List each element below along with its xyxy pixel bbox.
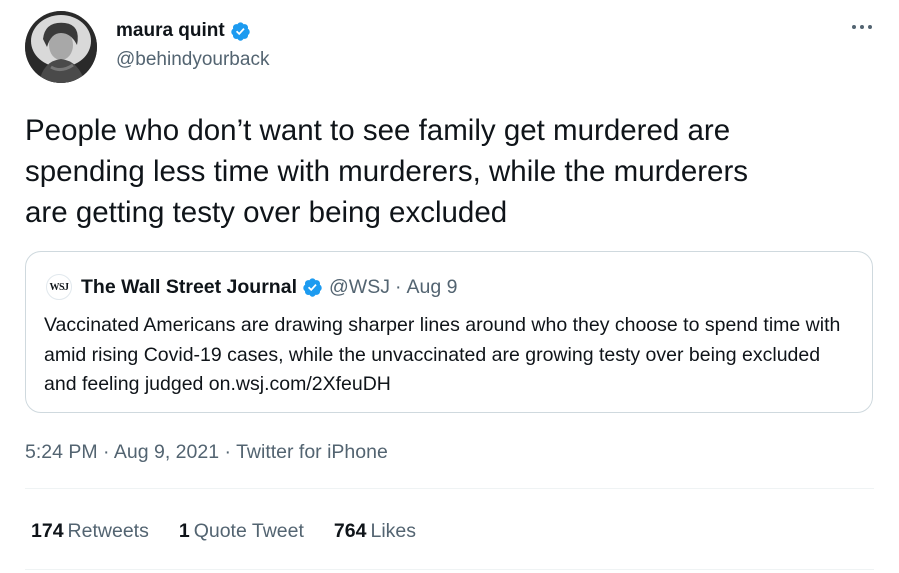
quote-tweets-stat[interactable]: 1 Quote Tweet <box>179 520 304 543</box>
likes-label: Likes <box>370 520 416 542</box>
more-dots-icon <box>852 25 872 29</box>
tweet-text: People who don’t want to see family get … <box>25 114 749 229</box>
retweets-stat[interactable]: 174 Retweets <box>31 520 149 543</box>
meta-separator: · <box>103 441 110 463</box>
quoted-author-name[interactable]: The Wall Street Journal <box>81 276 297 299</box>
author-name-row[interactable]: maura quint <box>116 18 251 44</box>
retweets-count: 174 <box>31 520 64 542</box>
quoted-tweet-card[interactable]: WSJ The Wall Street Journal @WSJ · Aug 9… <box>25 251 873 413</box>
quoted-author-handle[interactable]: @WSJ <box>329 276 390 299</box>
author-handle[interactable]: @behindyourback <box>116 49 269 71</box>
likes-stat[interactable]: 764 Likes <box>334 520 416 543</box>
divider <box>25 569 874 570</box>
avatar[interactable] <box>25 11 97 83</box>
quoted-tweet-header: WSJ The Wall Street Journal @WSJ · Aug 9 <box>46 274 457 300</box>
tweet-meta: 5:24 PM · Aug 9, 2021 · Twitter for iPho… <box>25 441 388 464</box>
author-display-name[interactable]: maura quint <box>116 20 225 42</box>
quoted-tweet-text: Vaccinated Americans are drawing sharper… <box>44 314 841 395</box>
tweet-date[interactable]: Aug 9, 2021 <box>114 441 219 463</box>
tweet-source[interactable]: Twitter for iPhone <box>236 441 388 463</box>
divider <box>25 488 874 489</box>
wsj-logo-icon[interactable]: WSJ <box>46 274 72 300</box>
quoted-verified-badge-icon <box>302 277 323 298</box>
quoted-separator: · <box>394 275 402 298</box>
quote-tweets-count: 1 <box>178 520 190 542</box>
quote-tweets-label: Quote Tweet <box>193 520 304 542</box>
more-options-button[interactable] <box>850 15 874 39</box>
likes-count: 764 <box>333 520 367 542</box>
meta-separator: · <box>224 441 232 463</box>
quoted-tweet-date[interactable]: Aug 9 <box>406 276 457 299</box>
verified-badge-icon <box>230 21 251 42</box>
tweet-stats: 174 Retweets 1 Quote Tweet 764 Likes <box>31 520 446 543</box>
retweets-label: Retweets <box>67 520 149 542</box>
avatar-photo <box>25 11 97 83</box>
tweet-time[interactable]: 5:24 PM <box>25 441 98 463</box>
